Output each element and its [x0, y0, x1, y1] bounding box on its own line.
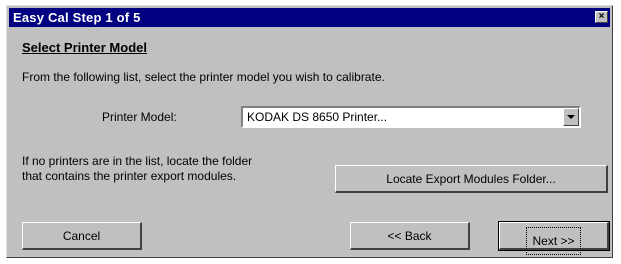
printer-model-value: KODAK DS 8650 Printer... [247, 110, 388, 124]
window-title: Easy Cal Step 1 of 5 [13, 10, 141, 25]
close-icon: × [598, 11, 605, 22]
help-text-line-2: that contains the printer export modules… [22, 169, 237, 183]
back-button[interactable]: << Back [350, 222, 470, 250]
chevron-down-icon[interactable] [563, 108, 579, 126]
back-button-label: << Back [387, 229, 432, 243]
instruction-text: From the following list, select the prin… [22, 70, 385, 84]
cancel-button[interactable]: Cancel [22, 222, 142, 250]
locate-export-modules-folder-button[interactable]: Locate Export Modules Folder... [335, 165, 608, 193]
locate-button-label: Locate Export Modules Folder... [386, 172, 556, 186]
printer-model-dropdown[interactable]: KODAK DS 8650 Printer... [241, 106, 581, 128]
next-button[interactable]: Next >> [498, 221, 610, 255]
printer-model-label: Printer Model: [102, 110, 177, 124]
next-button-label: Next >> [526, 227, 581, 255]
easy-cal-dialog: Easy Cal Step 1 of 5 × Select Printer Mo… [6, 5, 613, 258]
title-bar[interactable]: Easy Cal Step 1 of 5 × [9, 8, 610, 27]
help-text: If no printers are in the list, locate t… [22, 154, 322, 184]
cancel-button-label: Cancel [62, 229, 101, 243]
section-heading: Select Printer Model [22, 40, 147, 55]
close-button[interactable]: × [595, 11, 608, 23]
help-text-line-1: If no printers are in the list, locate t… [22, 154, 253, 168]
